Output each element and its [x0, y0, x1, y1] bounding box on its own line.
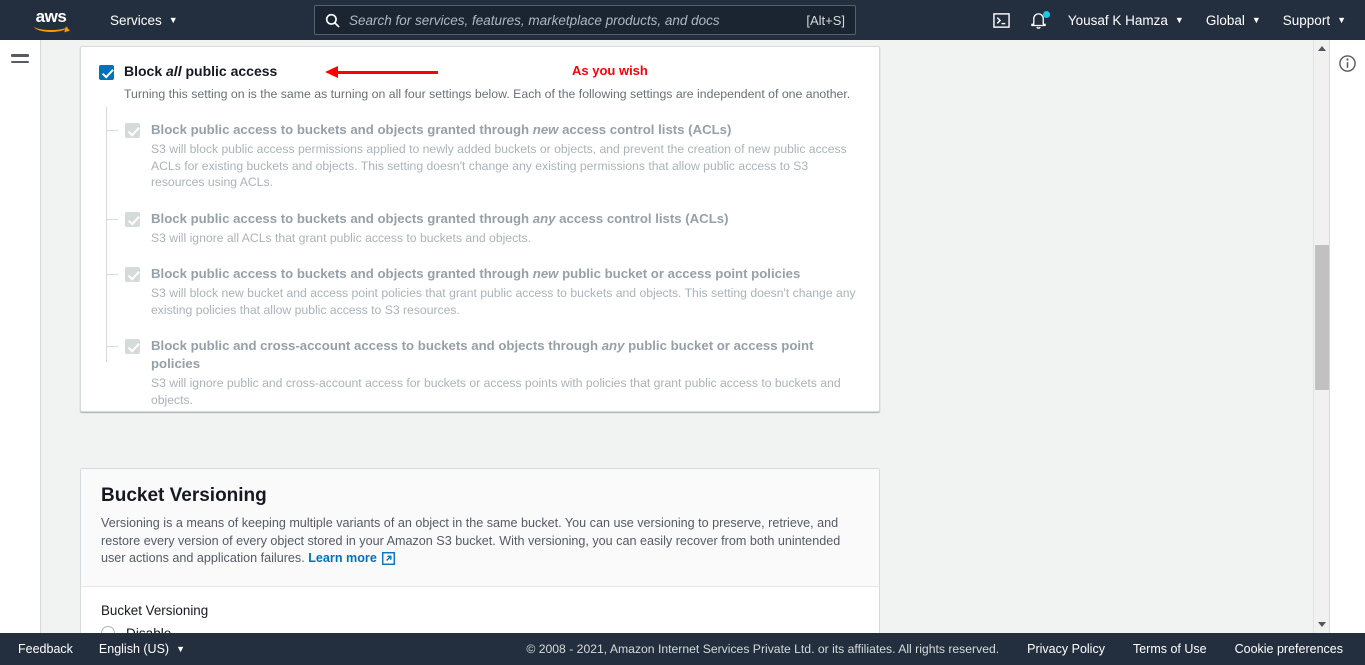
annotation-as-you-wish: As you wish: [572, 63, 648, 78]
search-shortcut-hint: [Alt+S]: [806, 12, 845, 28]
region-label: Global: [1205, 12, 1245, 28]
versioning-option-disable[interactable]: Disable: [101, 625, 859, 634]
language-selector[interactable]: English (US) ▼: [99, 642, 185, 656]
right-help-rail: [1329, 40, 1365, 633]
support-menu-button[interactable]: Support ▼: [1272, 5, 1357, 36]
account-label: Yousaf K Hamza: [1067, 12, 1168, 28]
sub-setting-any-acls-description: S3 will ignore all ACLs that grant publi…: [151, 230, 532, 245]
scroll-up-arrow-icon[interactable]: [1314, 40, 1329, 57]
aws-logo[interactable]: aws: [22, 6, 80, 32]
external-link-icon: [381, 552, 395, 566]
hamburger-menu-icon[interactable]: [11, 54, 29, 70]
footer-right-group: © 2008 - 2021, Amazon Internet Services …: [526, 642, 1343, 656]
bucket-versioning-header: Bucket Versioning Versioning is a means …: [81, 469, 879, 587]
bucket-versioning-description: Versioning is a means of keeping multipl…: [101, 515, 857, 568]
versioning-disable-label: Disable: [126, 625, 172, 634]
page-footer: Feedback English (US) ▼ © 2008 - 2021, A…: [0, 633, 1365, 665]
sub-setting-any-acls-label: Block public access to buckets and objec…: [151, 210, 729, 226]
chevron-down-icon: ▼: [168, 14, 178, 25]
bucket-versioning-heading: Bucket Versioning: [101, 485, 267, 506]
chevron-down-icon: ▼: [176, 643, 185, 654]
block-public-access-card: Block all public access Turning this set…: [80, 46, 880, 412]
sub-setting-new-acls-checkbox[interactable]: [125, 123, 140, 138]
chevron-down-icon: ▼: [1337, 14, 1346, 25]
search-input[interactable]: [349, 12, 801, 28]
sub-setting-cross-account-description: S3 will ignore public and cross-account …: [151, 376, 841, 407]
sub-setting-new-policies-checkbox[interactable]: [125, 267, 140, 282]
privacy-policy-link[interactable]: Privacy Policy: [1027, 642, 1105, 656]
search-icon: [325, 13, 340, 28]
notifications-button[interactable]: [1020, 3, 1057, 37]
account-menu-button[interactable]: Yousaf K Hamza ▼: [1057, 5, 1195, 36]
copyright-text: © 2008 - 2021, Amazon Internet Services …: [526, 642, 1000, 656]
arrow-shaft: [337, 71, 438, 74]
sub-settings-tree: Block public access to buckets and objec…: [106, 107, 857, 408]
bucket-versioning-body: Bucket Versioning Disable Enable: [81, 586, 879, 634]
sub-setting-new-acls-description: S3 will block public access permissions …: [151, 142, 847, 189]
sub-setting-any-acls-checkbox[interactable]: [125, 211, 140, 227]
sub-setting-cross-account[interactable]: Block public and cross-account access to…: [106, 337, 857, 408]
aws-wordmark: aws: [35, 6, 67, 26]
sub-setting-cross-account-label: Block public and cross-account access to…: [151, 338, 814, 371]
chevron-down-icon: ▼: [1251, 14, 1261, 25]
cookie-preferences-link[interactable]: Cookie preferences: [1235, 642, 1343, 656]
sub-setting-new-policies-label: Block public access to buckets and objec…: [151, 266, 801, 281]
bucket-versioning-card: Bucket Versioning Versioning is a means …: [80, 468, 880, 633]
cloudshell-button[interactable]: [983, 4, 1020, 37]
learn-more-link[interactable]: Learn more: [308, 550, 395, 568]
services-label: Services: [110, 12, 162, 28]
top-navigation-bar: aws Services ▼ [Alt+S]: [0, 0, 1365, 40]
scroll-down-arrow-icon[interactable]: [1314, 616, 1329, 633]
region-menu-button[interactable]: Global ▼: [1195, 5, 1272, 36]
sub-setting-new-acls-label: Block public access to buckets and objec…: [151, 122, 732, 137]
versioning-disable-radio[interactable]: [101, 626, 115, 633]
services-menu-button[interactable]: Services ▼: [106, 7, 182, 34]
page-canvas: Block all public access Turning this set…: [41, 40, 1329, 633]
block-all-public-access-row[interactable]: Block all public access: [99, 63, 857, 80]
content-scrollbar[interactable]: [1313, 40, 1329, 633]
cloudshell-icon: [993, 12, 1010, 28]
block-all-public-access-label: Block all public access: [124, 63, 278, 79]
global-search-box[interactable]: [Alt+S]: [314, 5, 856, 35]
terms-of-use-link[interactable]: Terms of Use: [1133, 642, 1207, 656]
footer-left-group: Feedback English (US) ▼: [18, 642, 185, 656]
left-navigation-rail: [0, 40, 41, 633]
sub-setting-cross-account-checkbox[interactable]: [125, 339, 140, 354]
notification-badge-dot: [1042, 11, 1050, 18]
annotation-arrow-block-public-access: [325, 66, 438, 78]
block-all-public-access-checkbox[interactable]: [99, 65, 114, 80]
scrollbar-thumb[interactable]: [1315, 245, 1329, 390]
bucket-versioning-field-label: Bucket Versioning: [101, 602, 209, 618]
hamburger-line: [11, 60, 29, 64]
sub-setting-new-acls[interactable]: Block public access to buckets and objec…: [106, 121, 857, 191]
info-circle-icon[interactable]: [1338, 54, 1357, 73]
sub-setting-new-policies-description: S3 will block new bucket and access poin…: [151, 286, 856, 317]
language-label: English (US): [98, 642, 170, 656]
sub-setting-any-acls[interactable]: Block public access to buckets and objec…: [106, 210, 857, 247]
top-nav-right-group: Yousaf K Hamza ▼ Global ▼ Support ▼: [983, 0, 1357, 40]
feedback-link[interactable]: Feedback: [18, 642, 73, 656]
sub-setting-new-policies[interactable]: Block public access to buckets and objec…: [106, 265, 857, 318]
chevron-down-icon: ▼: [1174, 14, 1184, 25]
block-all-public-access-description: Turning this setting on is the same as t…: [124, 87, 851, 101]
support-label: Support: [1282, 12, 1331, 28]
aws-smile-icon: [34, 25, 68, 32]
hamburger-line: [11, 54, 29, 57]
